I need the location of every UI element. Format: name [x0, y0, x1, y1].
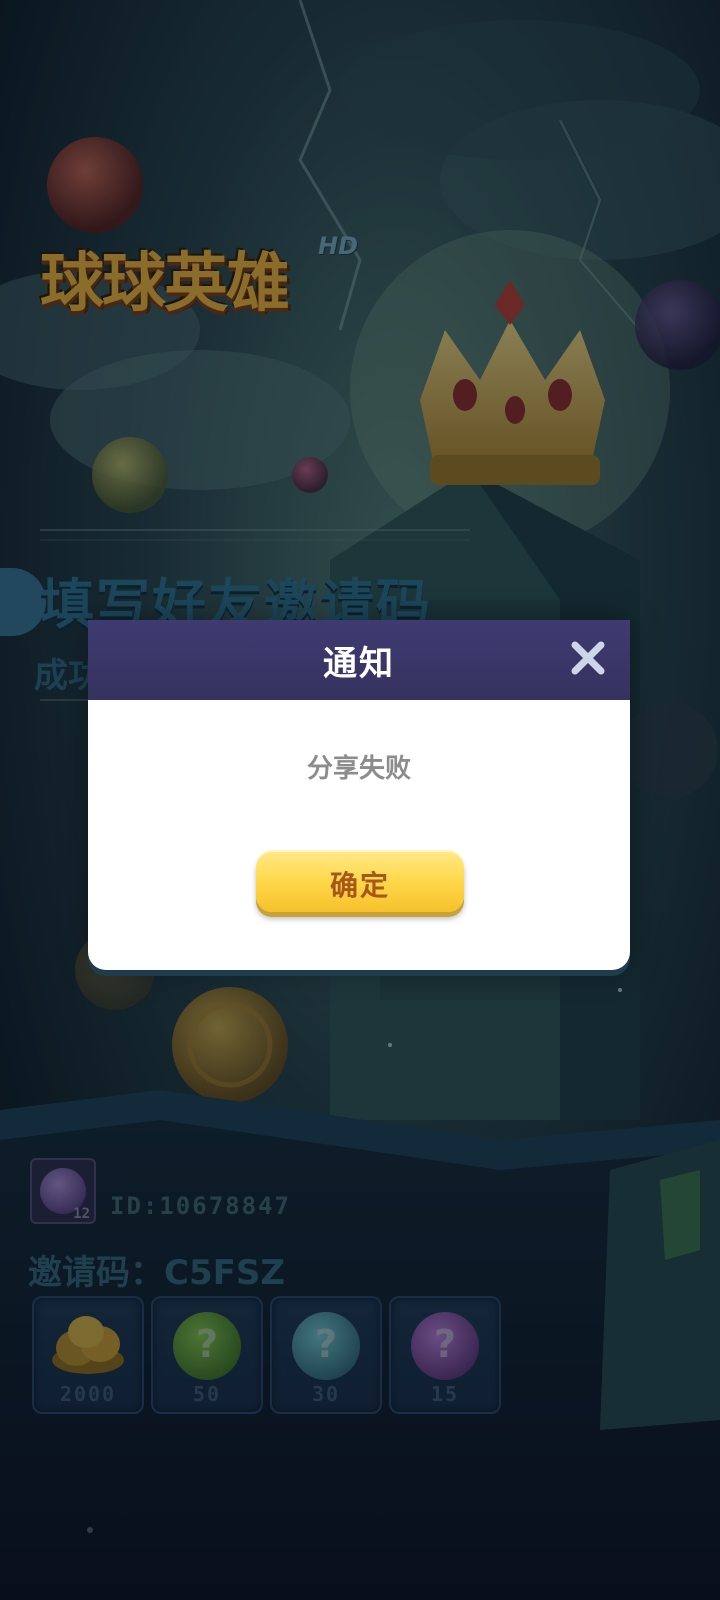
- notification-dialog: 通知 分享失败 确定: [88, 620, 630, 970]
- dialog-header: 通知: [88, 620, 630, 700]
- dialog-message: 分享失败: [306, 754, 411, 784]
- confirm-button[interactable]: 确定: [256, 850, 464, 912]
- close-icon: [571, 641, 605, 675]
- close-button[interactable]: [566, 636, 610, 680]
- confirm-button-label: 确定: [329, 869, 390, 902]
- dialog-title: 通知: [323, 644, 395, 684]
- game-screen: 球球英雄 HD 填写好友邀请码 成功 12 ID:10678847 邀请码：C5…: [0, 0, 720, 1600]
